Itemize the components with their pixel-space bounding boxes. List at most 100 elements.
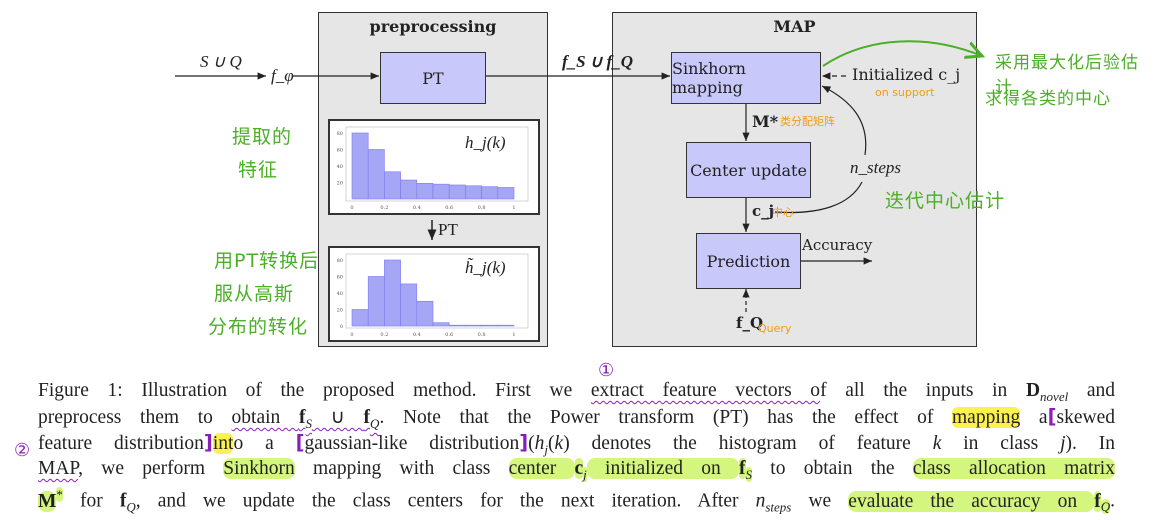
histogram-bar: [432, 183, 450, 200]
caption-text: , we perform: [78, 458, 224, 479]
prediction-box: Prediction: [696, 233, 801, 289]
caption-text: a: [1020, 407, 1048, 428]
x-tick-label: 0.6: [445, 332, 453, 338]
caption-yellow-mark: int: [212, 433, 234, 454]
circle-2: ②: [14, 440, 31, 461]
pt-arrow-label: PT: [438, 220, 458, 239]
histogram-original-plot: 0 0.2 0.4 0.6 0.8 1 20 40 60 80: [337, 126, 529, 211]
caption-text: gaussian-like distribution: [304, 433, 520, 454]
y-tick-label: 80: [337, 131, 343, 137]
caption-text: feature distribution: [38, 433, 204, 454]
histogram-bar: [384, 171, 401, 200]
caption-wavy-mark: extract feature vectors o: [590, 380, 821, 401]
x-tick-label: 1: [512, 205, 515, 211]
n-steps-label: n_steps: [850, 158, 901, 177]
histogram-transformed-plot: 0 0.2 0.4 0.6 0.8 1 0 20 40 60 80: [337, 253, 529, 338]
note-query: Query: [758, 322, 792, 335]
note-pt-2: 服从高斯: [214, 283, 295, 305]
caption-text: and: [1068, 380, 1116, 401]
caption-text: steps: [765, 499, 792, 515]
histogram-bar: [448, 184, 466, 200]
note-on-support: on support: [875, 86, 935, 99]
accuracy-label: Accuracy: [802, 236, 873, 254]
histogram-transformed: 0 0.2 0.4 0.6 0.8 1 0 20 40 60 80 h̃_j(k): [328, 246, 540, 342]
x-tick-label: 0.2: [380, 332, 388, 338]
caption-text: novel: [1040, 388, 1069, 404]
histogram-bar: [481, 186, 499, 200]
caption-text: h: [534, 433, 545, 454]
histogram-original: 0 0.2 0.4 0.6 0.8 1 20 40 60 80 h_j(k): [328, 119, 540, 215]
caption-text: we: [791, 490, 849, 512]
histogram-bar: [351, 132, 369, 200]
extractor-label: f_φ: [271, 66, 294, 85]
center-update-label: Center update: [690, 160, 807, 180]
histogram-bar: [416, 300, 434, 327]
caption-bracket-mark: ]: [203, 431, 213, 454]
y-tick-label: 40: [337, 164, 343, 170]
caption-text: for: [62, 490, 120, 512]
x-tick-label: 0: [350, 332, 353, 338]
y-tick-label: 0: [340, 324, 343, 330]
caption-wavy-mark: ∪: [311, 407, 364, 428]
y-tick-label: 40: [337, 291, 343, 297]
histogram-bar: [400, 179, 418, 200]
center-update-box: Center update: [686, 142, 811, 198]
caption-green-mark: f: [1094, 490, 1101, 512]
features-label: f_S ∪ f_Q: [562, 52, 633, 71]
caption-text: skewed: [1056, 407, 1115, 428]
x-tick-label: 0.4: [413, 332, 421, 338]
y-tick-label: 20: [337, 181, 343, 187]
hist2-label: h̃_j(k): [465, 258, 506, 277]
caption-text: . Note that the Power transform (PT) has…: [379, 407, 953, 428]
green-callout-arrow: [822, 40, 982, 67]
histogram-bar: [481, 324, 499, 327]
note-pt-3: 分布的转化: [208, 316, 309, 338]
histogram-bar: [367, 149, 385, 200]
caption-text: to obtain the: [752, 458, 913, 479]
caption-text: Figure 1: Illustration of the proposed m…: [38, 380, 591, 401]
caption-text: ). In: [1065, 433, 1116, 454]
caption-text: k: [554, 433, 564, 454]
histogram-bar: [497, 187, 515, 200]
caption-text: in class: [941, 433, 1061, 454]
caption-line: M* for fQ, and we update the class cente…: [38, 482, 1115, 520]
caption-text: , and we update the class centers for th…: [135, 490, 756, 512]
caption-green-mark: Sinkhorn: [223, 458, 295, 479]
prediction-label: Prediction: [706, 251, 791, 271]
x-tick-label: 0: [350, 205, 353, 211]
caption-bracket-mark: [: [1047, 405, 1057, 428]
x-tick-label: 0.2: [380, 205, 388, 211]
histogram-bar: [416, 183, 434, 200]
x-tick-label: 0.8: [478, 205, 486, 211]
caption-text: D: [1025, 380, 1041, 401]
note-extracted-1: 提取的: [232, 126, 293, 148]
pt-box-label: PT: [422, 68, 444, 88]
y-tick-label: 60: [337, 275, 343, 281]
initialized-label: Initialized c_j: [852, 65, 961, 84]
note-extracted-2: 特征: [238, 159, 279, 181]
y-tick-label: 60: [337, 148, 343, 154]
caption-text: mapping with class: [294, 458, 509, 479]
caption-yellow-mark: mapping: [952, 407, 1021, 428]
caption-text: Q: [126, 499, 136, 515]
hist1-label: h_j(k): [465, 133, 506, 152]
sinkhorn-label: Sinkhorn mapping: [672, 59, 746, 97]
caption-green-mark: class allocation matrix: [912, 458, 1115, 479]
caption-wavy-mark: MAP: [38, 458, 79, 479]
pt-box: PT: [380, 52, 486, 104]
caption-green-mark: M: [38, 490, 57, 512]
note-map-2: 求得各类的中心: [985, 89, 1111, 109]
x-tick-label: 0.6: [445, 205, 453, 211]
note-alloc: 类分配矩阵: [780, 115, 835, 128]
caption-text: n: [755, 490, 766, 512]
input-label: S ∪ Q: [200, 52, 242, 71]
x-tick-label: 1: [512, 332, 515, 338]
y-tick-label: 80: [337, 258, 343, 264]
histogram-bar: [448, 324, 466, 327]
y-tick-label: 20: [337, 308, 343, 314]
caption-text: preprocess them to: [38, 407, 232, 428]
note-pt-1: 用PT转换后: [214, 250, 320, 272]
histogram-bar: [384, 259, 401, 327]
caption-green-mark: Q: [1100, 499, 1111, 515]
caption-green-mark: f: [739, 458, 746, 479]
